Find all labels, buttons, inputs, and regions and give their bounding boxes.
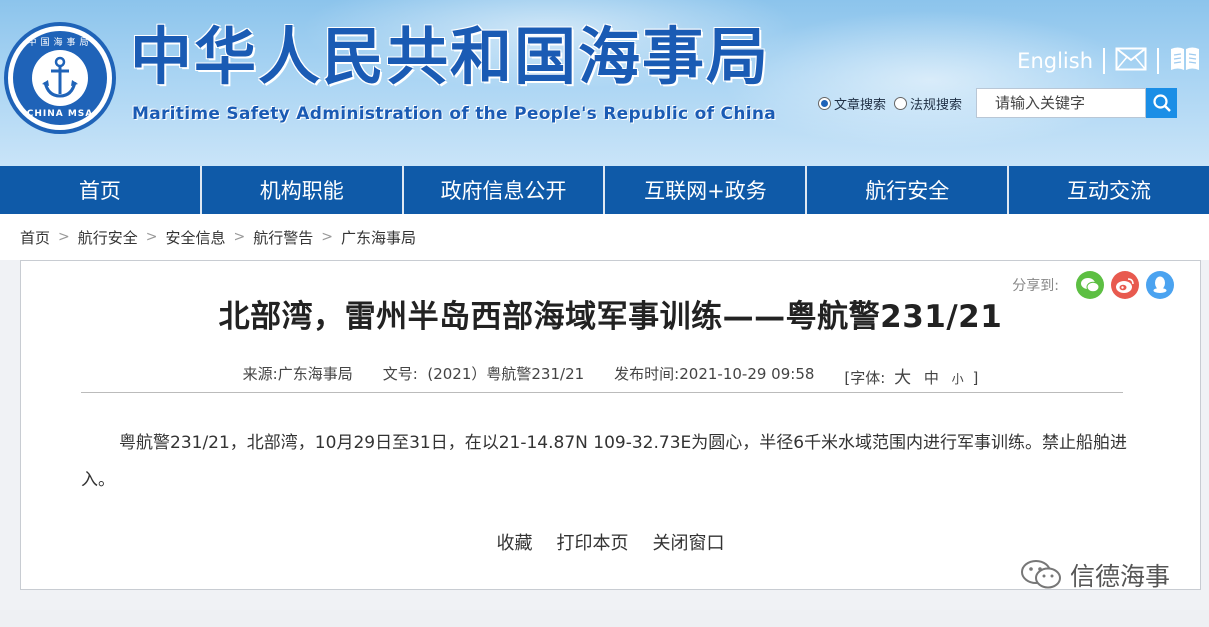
nav-item-navigation-safety[interactable]: 航行安全 <box>807 166 1010 214</box>
title-divider <box>81 392 1123 393</box>
breadcrumb-separator: > <box>58 229 70 245</box>
emblem-ring: 中国海事局 CHINA MSA <box>13 31 107 125</box>
font-size-control: [字体: 大 中 小 ] <box>844 363 978 388</box>
close-window-link[interactable]: 关闭窗口 <box>653 529 725 555</box>
meta-label: 来源: <box>242 365 278 383</box>
radio-article-search[interactable]: 文章搜索 <box>818 94 886 113</box>
nav-item-gov-info[interactable]: 政府信息公开 <box>404 166 606 214</box>
breadcrumb-separator: > <box>233 229 246 245</box>
radio-label: 文章搜索 <box>834 97 887 113</box>
site-header: 中国海事局 CHINA MSA 中华人民共和国海事局 Maritime Safe… <box>0 0 1209 166</box>
search-bar: 文章搜索 法规搜索 <box>818 88 1178 118</box>
radio-label: 法规搜索 <box>910 97 963 113</box>
breadcrumb-item[interactable]: 航行安全 <box>78 227 138 248</box>
search-icon <box>1152 94 1171 112</box>
page-bottom <box>0 610 1209 627</box>
site-subtitle: Maritime Safety Administration of the Pe… <box>132 104 777 124</box>
nav-item-interaction[interactable]: 互动交流 <box>1009 166 1209 214</box>
watermark: 信德海事 <box>1020 557 1170 593</box>
article-actions: 收藏 打印本页 关闭窗口 <box>21 529 1200 555</box>
meta-label: 文号: <box>382 365 418 383</box>
publish-time-value: 2021-10-29 09:58 <box>679 365 815 383</box>
emblem-bottom-text: CHINA MSA <box>26 109 94 119</box>
main-nav: 首页 机构职能 政府信息公开 互联网+政务 航行安全 互动交流 <box>0 166 1209 214</box>
divider <box>1157 48 1159 74</box>
article-title: 北部湾，雷州半岛西部海域军事训练——粤航警231/21 <box>218 299 1003 335</box>
source-value: 广东海事局 <box>277 365 353 383</box>
nav-item-functions[interactable]: 机构职能 <box>202 166 404 214</box>
radio-dot[interactable] <box>894 96 908 110</box>
search-input[interactable] <box>976 88 1147 118</box>
mail-icon[interactable] <box>1115 47 1147 75</box>
breadcrumb-item[interactable]: 安全信息 <box>166 227 226 248</box>
breadcrumb-item[interactable]: 首页 <box>20 227 50 248</box>
source-meta: 来源:广东海事局 <box>243 363 353 388</box>
radio-dot-selected[interactable] <box>818 96 831 110</box>
nav-item-internet-gov[interactable]: 互联网+政务 <box>605 166 808 214</box>
wechat-watermark-icon <box>1020 560 1061 589</box>
anchor-icon <box>32 50 88 106</box>
article-panel: 分享到: 北部湾，雷州半岛西部海域军事训练——粤航警231/21 来源:广东海事… <box>20 260 1201 593</box>
font-bracket: ] <box>972 369 979 387</box>
article-body: 粤航警231/21，北部湾，10月29日至31日，在以21-14.87N 109… <box>81 433 1128 490</box>
favorite-link[interactable]: 收藏 <box>497 529 533 555</box>
meta-label: 发布时间: <box>614 365 680 383</box>
top-links: English <box>1017 44 1201 78</box>
doc-number-value: (2021）粤航警231/21 <box>427 365 585 383</box>
doc-number-meta: 文号: (2021）粤航警231/21 <box>383 363 584 388</box>
header-cloud <box>720 10 1140 150</box>
publish-time-meta: 发布时间:2021-10-29 09:58 <box>614 363 814 388</box>
english-link[interactable]: English <box>1017 49 1093 73</box>
book-icon[interactable] <box>1169 46 1201 76</box>
font-large-button[interactable]: 大 <box>894 368 911 388</box>
divider <box>1103 48 1105 74</box>
watermark-text: 信德海事 <box>1069 562 1170 591</box>
site-title[interactable]: 中华人民共和国海事局 <box>130 26 770 88</box>
font-label: [字体: <box>844 369 886 387</box>
nav-item-home[interactable]: 首页 <box>0 166 202 214</box>
breadcrumb-item[interactable]: 广东海事局 <box>341 227 416 248</box>
breadcrumb-item[interactable]: 航行警告 <box>253 227 313 248</box>
article-meta: 来源:广东海事局 文号: (2021）粤航警231/21 发布时间:2021-1… <box>21 363 1200 388</box>
font-medium-button[interactable]: 中 <box>924 369 939 387</box>
msa-emblem-logo[interactable]: 中国海事局 CHINA MSA <box>4 22 116 134</box>
breadcrumb-separator: > <box>321 229 333 245</box>
print-link[interactable]: 打印本页 <box>557 529 629 555</box>
breadcrumb-separator: > <box>145 229 158 245</box>
breadcrumb: 首页 > 航行安全 > 安全信息 > 航行警告 > 广东海事局 <box>0 214 1209 260</box>
emblem-top-text: 中国海事局 <box>27 38 93 48</box>
search-button[interactable] <box>1146 88 1178 118</box>
radio-regulation-search[interactable]: 法规搜索 <box>894 94 962 113</box>
font-small-button[interactable]: 小 <box>952 372 964 386</box>
